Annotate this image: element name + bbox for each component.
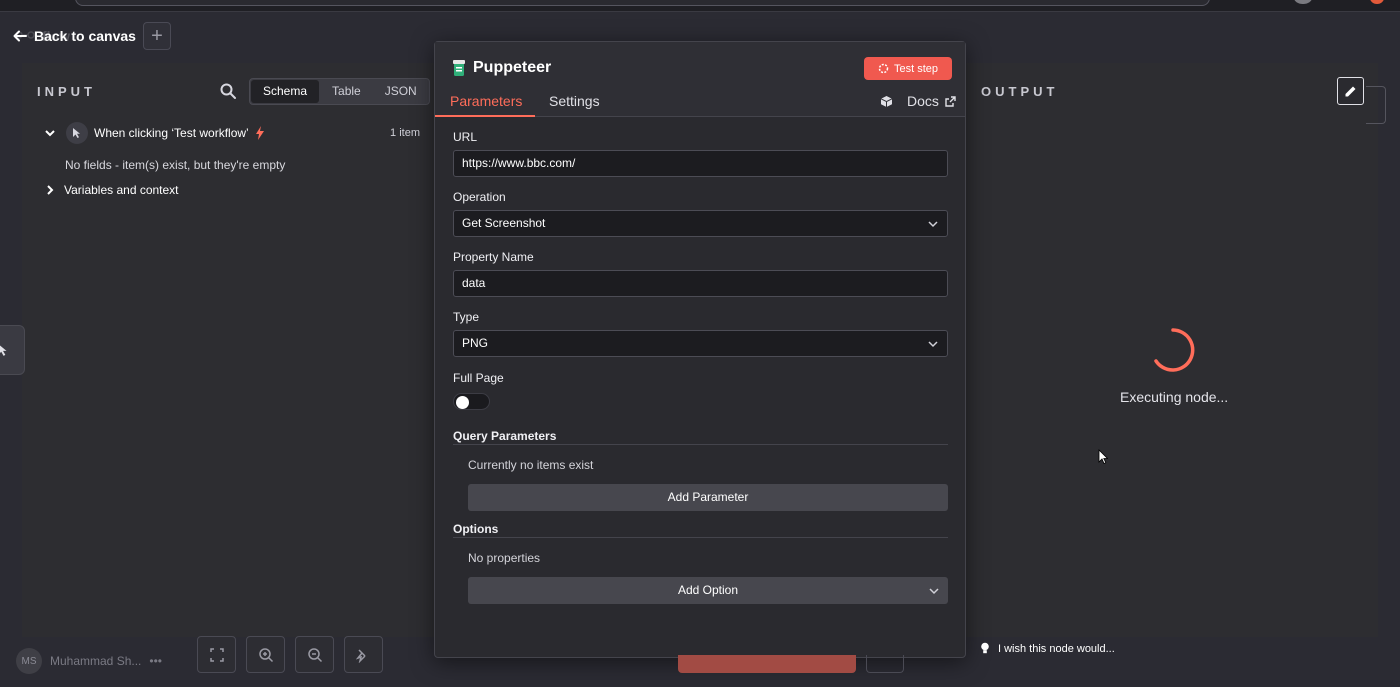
- operation-select[interactable]: Get Screenshot: [453, 210, 948, 237]
- cursor-icon: [73, 128, 80, 138]
- broom-icon: [355, 648, 366, 663]
- edit-shadow: [1366, 86, 1386, 124]
- trigger-node-row[interactable]: When clicking ‘Test workflow’ 1 item: [44, 121, 420, 145]
- operation-label: Operation: [453, 190, 506, 204]
- test-step-button[interactable]: Test step: [864, 57, 952, 80]
- loading-spinner-icon: [1154, 328, 1195, 372]
- back-to-canvas-button[interactable]: Back to canvas: [12, 28, 136, 44]
- type-select[interactable]: PNG: [453, 330, 948, 357]
- add-parameter-button[interactable]: Add Parameter: [468, 484, 948, 511]
- input-panel-title: INPUT: [37, 84, 96, 99]
- input-panel: [22, 63, 434, 637]
- zoom-in-button[interactable]: [246, 636, 285, 673]
- cube-icon: [880, 95, 893, 107]
- execute-workflow-ghost: [678, 655, 856, 673]
- node-title[interactable]: Puppeteer: [473, 59, 551, 77]
- full-page-label: Full Page: [453, 371, 504, 385]
- bolt-icon: [255, 126, 264, 140]
- avatar: MS: [16, 648, 42, 674]
- type-value: PNG: [462, 336, 489, 350]
- docs-label: Docs: [907, 93, 939, 109]
- arrow-left-icon: [13, 30, 27, 42]
- output-panel-title: OUTPUT: [981, 84, 1059, 99]
- trigger-badge: [66, 122, 88, 144]
- chevron-down-icon: [928, 221, 938, 228]
- chevron-right-icon[interactable]: [44, 184, 56, 196]
- lightbulb-icon: [981, 642, 989, 654]
- tab-schema[interactable]: Schema: [251, 80, 320, 103]
- node-header: Puppeteer Test step Parameters Settings …: [435, 42, 965, 117]
- edit-output-button[interactable]: [1337, 77, 1364, 105]
- chevron-down-icon: [929, 588, 939, 595]
- mouse-pointer-icon: [1098, 449, 1108, 464]
- node-details-dialog: Puppeteer Test step Parameters Settings …: [434, 41, 966, 658]
- docs-link[interactable]: Docs: [880, 93, 956, 109]
- address-bar[interactable]: [75, 0, 1210, 6]
- tab-table[interactable]: Table: [320, 79, 373, 104]
- zoom-out-icon: [307, 647, 322, 662]
- notification-badge[interactable]: [1370, 0, 1384, 4]
- toggle-knob: [456, 395, 469, 409]
- url-label: URL: [453, 130, 478, 144]
- chevron-down-icon: [928, 341, 938, 348]
- operation-value: Get Screenshot: [462, 216, 546, 230]
- test-step-label: Test step: [893, 62, 939, 75]
- options-title: Options: [453, 522, 499, 536]
- pencil-icon: [1345, 86, 1356, 96]
- url-input[interactable]: https://www.bbc.com/: [453, 150, 948, 177]
- feedback-link[interactable]: I wish this node would...: [980, 642, 1115, 655]
- divider: [453, 537, 948, 538]
- add-option-label: Add Option: [677, 583, 739, 597]
- tab-parameters[interactable]: Parameters: [450, 93, 522, 109]
- user-menu[interactable]: MS Muhammad Sh... •••: [16, 648, 162, 674]
- tab-json[interactable]: JSON: [373, 79, 429, 104]
- execution-status: Executing node...: [1120, 389, 1229, 405]
- back-row: flow Back to canvas: [12, 20, 136, 52]
- variables-context-row[interactable]: Variables and context: [44, 183, 179, 197]
- trigger-node-name: When clicking ‘Test workflow’: [94, 126, 249, 140]
- item-count: 1 item: [390, 127, 420, 139]
- profile-avatar[interactable]: [1294, 0, 1312, 4]
- spinner-icon: [878, 63, 889, 74]
- query-parameters-empty: Currently no items exist: [468, 458, 594, 472]
- type-label: Type: [453, 310, 480, 324]
- input-view-switcher: Schema Table JSON: [249, 78, 430, 105]
- variables-context-label: Variables and context: [64, 183, 179, 197]
- chevron-down-icon[interactable]: [44, 127, 56, 139]
- more-icon[interactable]: •••: [149, 654, 162, 668]
- property-name-input[interactable]: data: [453, 270, 948, 297]
- feedback-label: I wish this node would...: [998, 642, 1115, 655]
- add-node-button[interactable]: +: [143, 22, 171, 50]
- search-icon[interactable]: [219, 82, 237, 100]
- browser-strip: [0, 0, 1400, 12]
- fit-view-icon: [209, 647, 224, 662]
- user-name: Muhammad Sh...: [50, 654, 142, 668]
- fit-view-button[interactable]: [197, 636, 236, 673]
- add-option-button[interactable]: Add Option: [468, 577, 948, 604]
- delete-ghost: [866, 655, 904, 673]
- tab-settings[interactable]: Settings: [549, 93, 600, 109]
- cursor-icon: [0, 345, 7, 356]
- puppeteer-icon: [453, 60, 465, 76]
- options-empty: No properties: [468, 551, 541, 565]
- back-to-canvas-label: Back to canvas: [34, 28, 136, 44]
- external-link-icon: [945, 95, 956, 107]
- divider: [453, 444, 948, 445]
- property-name-label: Property Name: [453, 250, 534, 264]
- zoom-in-icon: [258, 647, 273, 662]
- query-parameters-title: Query Parameters: [453, 429, 557, 443]
- tidy-up-button[interactable]: [344, 636, 383, 673]
- empty-fields-message: No fields - item(s) exist, but they're e…: [65, 158, 286, 172]
- zoom-out-button[interactable]: [295, 636, 334, 673]
- trigger-side-tab[interactable]: [0, 325, 25, 375]
- active-tab-indicator: [435, 115, 535, 117]
- full-page-toggle[interactable]: [453, 393, 490, 410]
